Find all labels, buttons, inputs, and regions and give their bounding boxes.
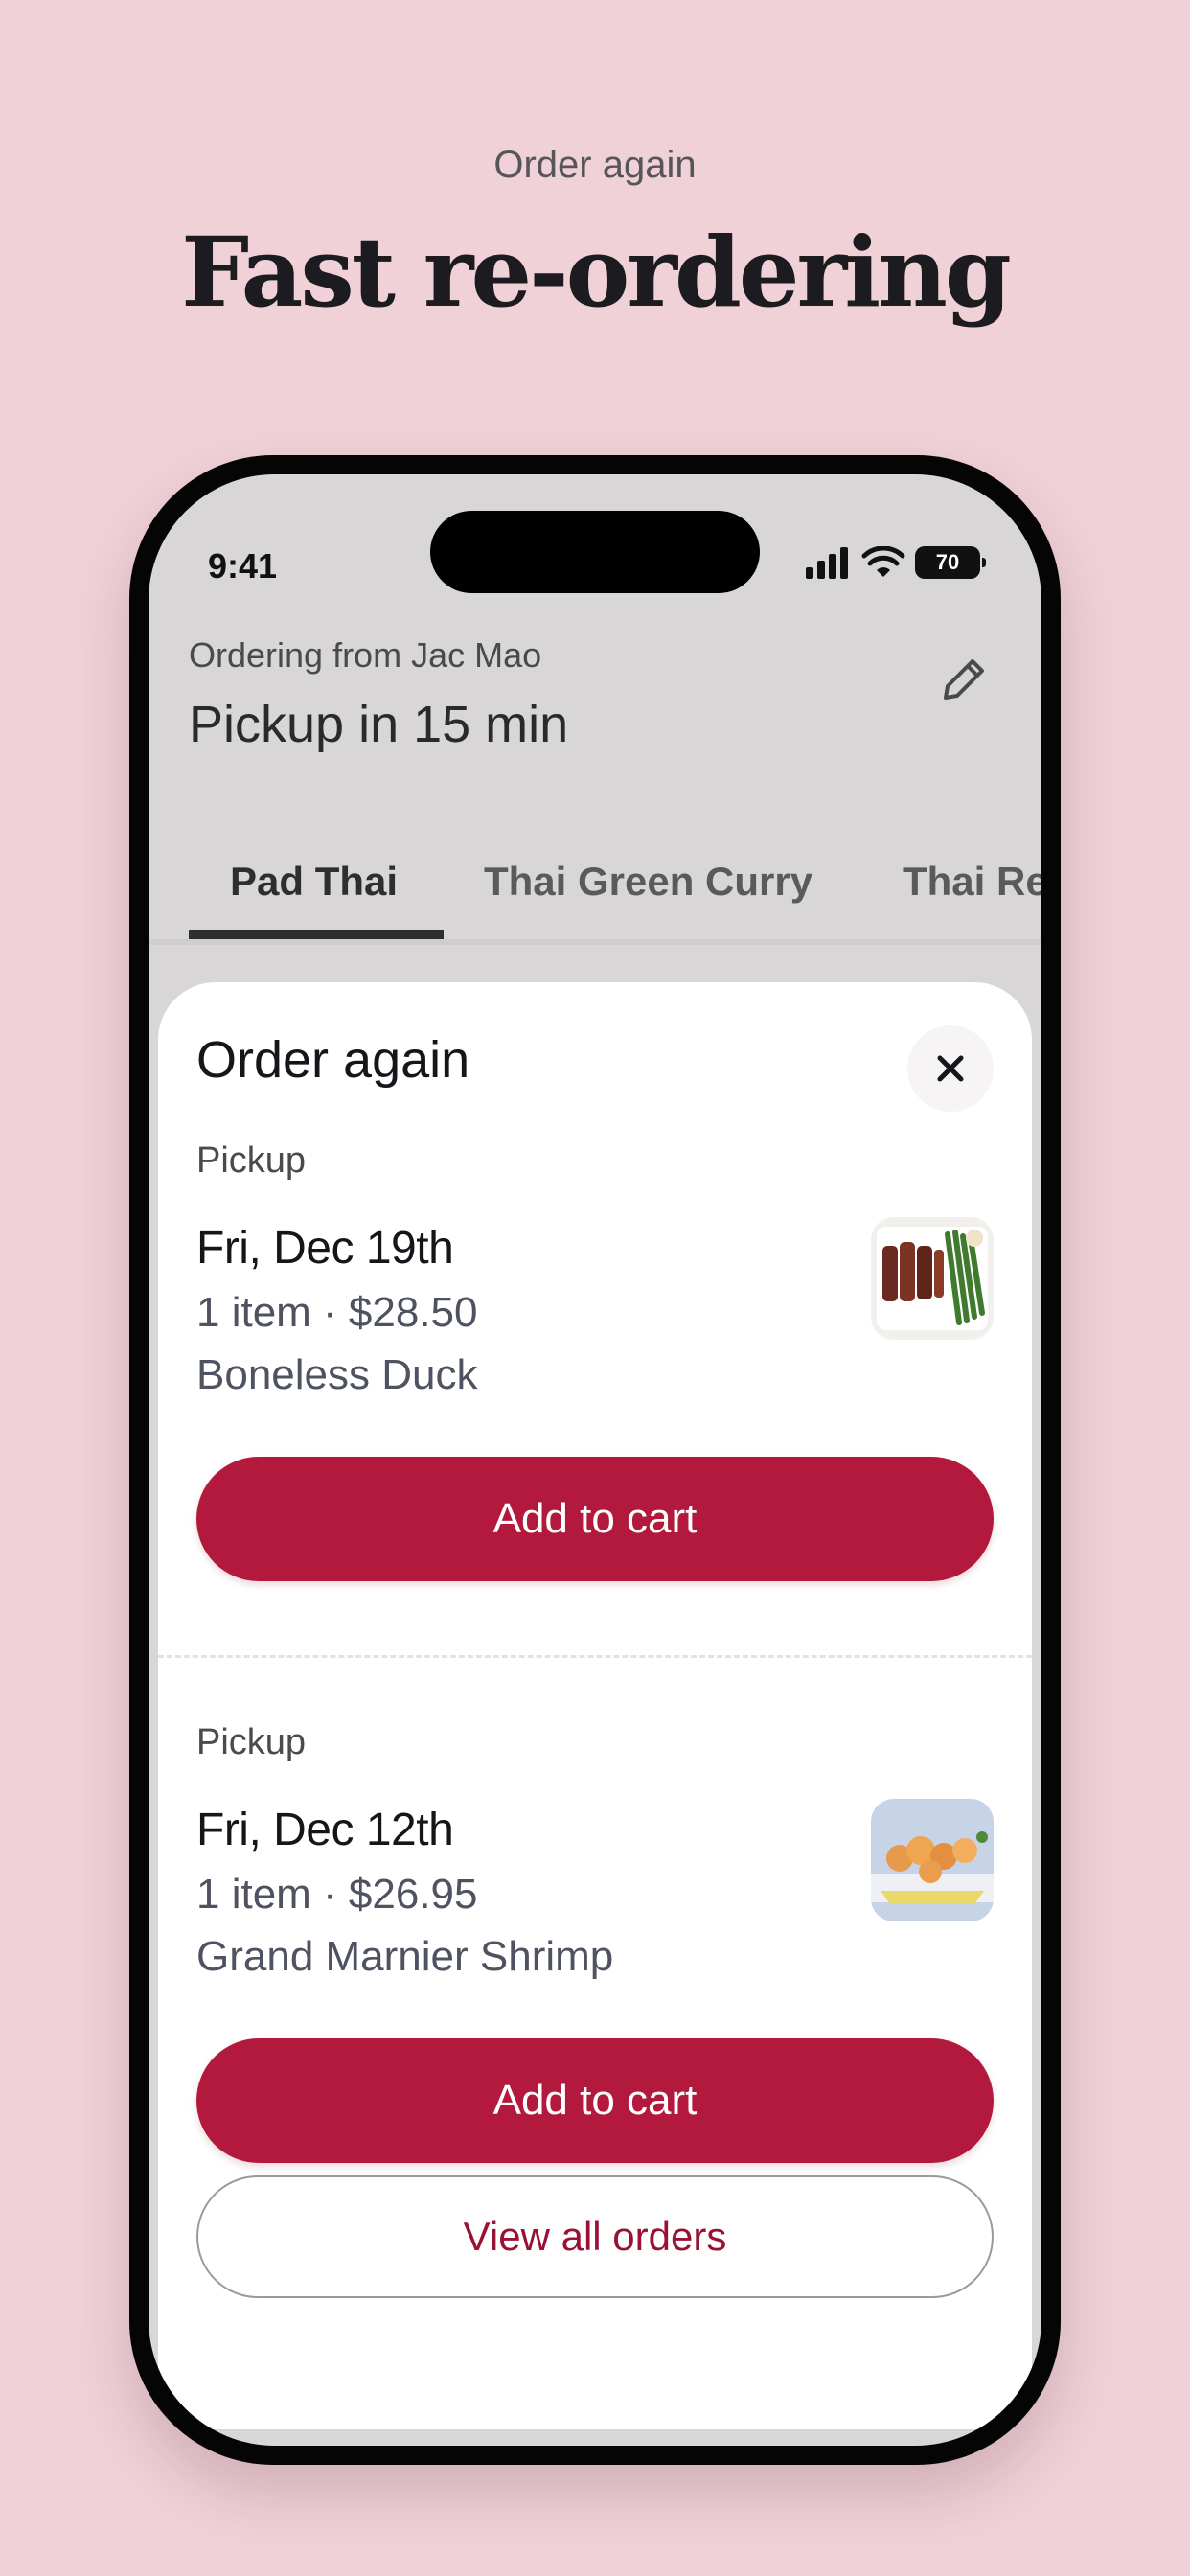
order-type: Pickup <box>196 1140 307 1181</box>
tab-thai-green-curry[interactable]: Thai Green Curry <box>484 829 812 944</box>
sheet-title: Order again <box>196 1031 470 1089</box>
order-type: Pickup <box>196 1722 307 1762</box>
view-all-orders-button[interactable]: View all orders <box>196 2175 994 2298</box>
duck-dish-thumbnail <box>871 1217 994 1340</box>
shrimp-dish-thumbnail <box>871 1799 994 1921</box>
order-date: Fri, Dec 19th <box>196 1223 454 1274</box>
status-icons: 70 <box>804 543 986 582</box>
order-card: Pickup Fri, Dec 12th 1 item · $26.95 Gra… <box>158 1722 1032 2240</box>
tab-pad-thai[interactable]: Pad Thai <box>230 829 398 944</box>
phone-frame: 9:41 70 Ordering from Jac Mao Pickup in … <box>129 455 1061 2465</box>
tab-thai-red[interactable]: Thai Re <box>903 829 1041 944</box>
order-again-sheet: Order again Pickup Fri, Dec 19th 1 item … <box>158 982 1032 2429</box>
add-to-cart-button[interactable]: Add to cart <box>196 1457 994 1581</box>
signal-icon <box>806 547 848 579</box>
category-tabs: Pad Thai Thai Green Curry Thai Re <box>149 829 1041 944</box>
status-time: 9:41 <box>208 546 278 586</box>
battery-indicator: 70 <box>915 546 986 579</box>
active-tab-indicator <box>189 930 444 939</box>
promo-title: Fast re-ordering <box>181 216 1012 329</box>
ordering-from: Ordering from Jac Mao <box>189 635 542 675</box>
order-card: Pickup Fri, Dec 19th 1 item · $28.50 Bon… <box>158 1140 1032 1658</box>
order-summary: 1 item · $28.50 <box>196 1289 478 1336</box>
wifi-icon <box>861 546 905 577</box>
order-item-name: Boneless Duck <box>196 1351 478 1398</box>
close-button[interactable] <box>907 1025 994 1112</box>
order-summary: 1 item · $26.95 <box>196 1871 478 1918</box>
pencil-icon[interactable] <box>934 652 992 709</box>
add-to-cart-button[interactable]: Add to cart <box>196 2038 994 2163</box>
close-icon <box>937 1055 964 1082</box>
promo-subtitle: Order again <box>493 144 697 186</box>
order-item-name: Grand Marnier Shrimp <box>196 1933 614 1980</box>
pickup-time: Pickup in 15 min <box>189 696 569 753</box>
dynamic-island <box>430 511 760 593</box>
order-divider <box>158 1655 1032 1658</box>
phone-screen: 9:41 70 Ordering from Jac Mao Pickup in … <box>149 474 1041 2446</box>
order-date: Fri, Dec 12th <box>196 1805 454 1855</box>
tabs-divider <box>149 939 1041 945</box>
